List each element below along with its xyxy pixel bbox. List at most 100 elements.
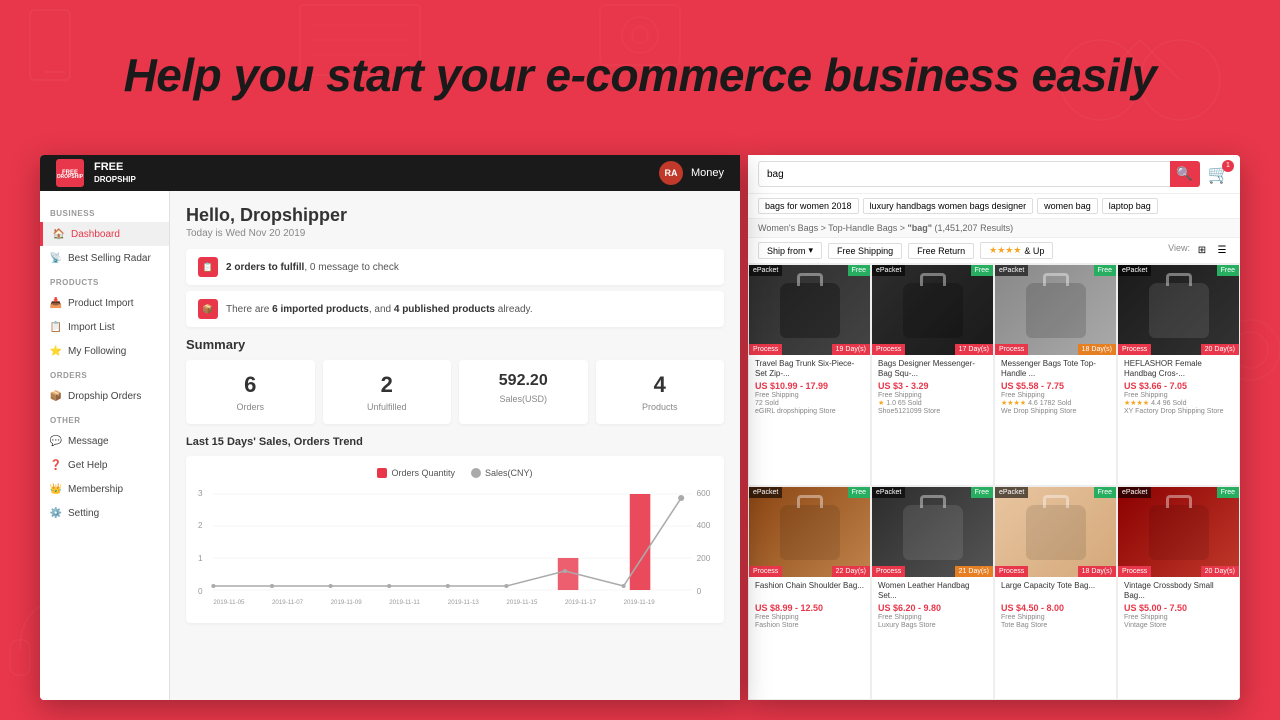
- breadcrumb-text: Women's Bags > Top-Handle Bags > "bag" (…: [758, 223, 1230, 233]
- filter-stars[interactable]: ★★★★ & Up: [980, 242, 1053, 259]
- sidebar-item-get-help[interactable]: ❓ Get Help: [40, 453, 169, 477]
- product-store-6: Luxury Bags Store: [878, 622, 987, 629]
- logo-line2: DROPSHIP: [57, 175, 83, 180]
- product-img-8: ePacket Free Process 20 Day(s): [1118, 487, 1239, 577]
- tag-3[interactable]: women bag: [1037, 198, 1098, 214]
- sidebar-item-message[interactable]: 💬 Message: [40, 429, 169, 453]
- sidebar-label-message: Message: [68, 436, 109, 447]
- filter-free-shipping[interactable]: Free Shipping: [828, 243, 902, 259]
- sidebar-item-membership[interactable]: 👑 Membership: [40, 477, 169, 501]
- svg-text:1: 1: [198, 554, 203, 563]
- chart-container: Orders Quantity Sales(CNY) 3 2 1 0: [186, 456, 724, 623]
- product-card-5[interactable]: ePacket Free Process 22 Day(s) Fashion C…: [748, 486, 871, 700]
- free-badge-7: Free: [1094, 487, 1116, 498]
- stars-4: ★★★★: [1124, 400, 1149, 407]
- product-card-1[interactable]: ePacket Free Process 19 Day(s) Travel Ba…: [748, 264, 871, 486]
- product-price-5: US $8.99 - 12.50: [755, 603, 864, 613]
- list-view-icon[interactable]: ☰: [1214, 243, 1230, 259]
- product-store-7: Tote Bag Store: [1001, 622, 1110, 629]
- process-badge-3: Process: [995, 344, 1028, 355]
- free-badge-4: Free: [1217, 265, 1239, 276]
- epacket-badge-8: ePacket: [1118, 487, 1151, 498]
- product-info-4: HEFLASHOR Female Handbag Cros-... US $3.…: [1118, 355, 1239, 419]
- sidebar-item-product-import[interactable]: 📥 Product Import: [40, 291, 169, 315]
- sidebar-label-dropship-orders: Dropship Orders: [68, 391, 141, 402]
- grid-view-icon[interactable]: ⊞: [1194, 243, 1210, 259]
- sidebar-item-dashboard[interactable]: 🏠 Dashboard: [40, 222, 169, 246]
- card-unfulfilled-label: Unfulfilled: [331, 402, 444, 412]
- main-content: BUSINESS 🏠 Dashboard 📡 Best Selling Rada…: [40, 191, 740, 700]
- product-card-6[interactable]: ePacket Free Process 21 Day(s) Women Lea…: [871, 486, 994, 700]
- svg-text:2019-11-17: 2019-11-17: [565, 599, 597, 606]
- cart-badge: 1: [1222, 160, 1234, 172]
- search-button[interactable]: 🔍: [1170, 161, 1200, 187]
- days-badge-6: 21 Day(s): [955, 566, 993, 577]
- alert-icon-1: 📋: [198, 257, 218, 277]
- tag-1[interactable]: bags for women 2018: [758, 198, 859, 214]
- free-badge-1: Free: [848, 265, 870, 276]
- card-sales-label: Sales(USD): [467, 394, 580, 404]
- product-img-2: ePacket Free Process 17 Day(s): [872, 265, 993, 355]
- product-price-1: US $10.99 - 17.99: [755, 381, 864, 391]
- tag-2[interactable]: luxury handbags women bags designer: [863, 198, 1034, 214]
- product-card-2[interactable]: ePacket Free Process 17 Day(s) Bags Desi…: [871, 264, 994, 486]
- product-store-4: XY Factory Drop Shipping Store: [1124, 408, 1233, 415]
- free-badge-5: Free: [848, 487, 870, 498]
- epacket-badge-4: ePacket: [1118, 265, 1151, 276]
- svg-text:0: 0: [697, 587, 702, 596]
- product-info-5: Fashion Chain Shoulder Bag... US $8.99 -…: [749, 577, 870, 633]
- search-wrap: 🔍: [758, 161, 1200, 187]
- sidebar-section-orders: ORDERS: [40, 363, 169, 384]
- sidebar-label-get-help: Get Help: [68, 460, 107, 471]
- free-shipping-label: Free Shipping: [837, 246, 893, 256]
- svg-text:2019-11-13: 2019-11-13: [448, 599, 480, 606]
- product-name-7: Large Capacity Tote Bag...: [1001, 581, 1110, 601]
- sidebar-item-dropship-orders[interactable]: 📦 Dropship Orders: [40, 384, 169, 408]
- product-meta-4: Free Shipping: [1124, 392, 1233, 399]
- legend-orders: Orders Quantity: [377, 468, 455, 478]
- sidebar-label-product-import: Product Import: [68, 298, 134, 309]
- svg-text:600: 600: [697, 489, 711, 498]
- stars-label: & Up: [1024, 246, 1044, 256]
- sidebar-section-business: BUSINESS: [40, 201, 169, 222]
- rating-val-3: 4.6: [1028, 400, 1038, 407]
- card-orders-label: Orders: [194, 402, 307, 412]
- product-img-6: ePacket Free Process 21 Day(s): [872, 487, 993, 577]
- alert-text-2: There are 6 imported products, and 4 pub…: [226, 304, 533, 315]
- card-sales: 592.20 Sales(USD): [459, 360, 588, 424]
- svg-text:2019-11-09: 2019-11-09: [331, 599, 363, 606]
- rating-val-2: 1.0: [886, 400, 896, 407]
- sidebar-item-my-following[interactable]: ⭐ My Following: [40, 339, 169, 363]
- sidebar-section-products: PRODUCTS: [40, 270, 169, 291]
- product-store-8: Vintage Store: [1124, 622, 1233, 629]
- cart-icon-wrap[interactable]: 🛒 1: [1208, 164, 1230, 185]
- alert-text-1: 2 orders to fulfill, 0 message to check: [226, 262, 399, 273]
- product-name-8: Vintage Crossbody Small Bag...: [1124, 581, 1233, 601]
- product-card-8[interactable]: ePacket Free Process 20 Day(s) Vintage C…: [1117, 486, 1240, 700]
- days-badge-8: 20 Day(s): [1201, 566, 1239, 577]
- card-products: 4 Products: [596, 360, 725, 424]
- product-card-3[interactable]: ePacket Free Process 18 Day(s) Messenger…: [994, 264, 1117, 486]
- days-badge-2: 17 Day(s): [955, 344, 993, 355]
- days-badge-4: 20 Day(s): [1201, 344, 1239, 355]
- product-meta-3: Free Shipping: [1001, 392, 1110, 399]
- setting-icon: ⚙️: [50, 507, 62, 519]
- days-badge-7: 18 Day(s): [1078, 566, 1116, 577]
- svg-text:3: 3: [198, 489, 203, 498]
- product-name-4: HEFLASHOR Female Handbag Cros-...: [1124, 359, 1233, 379]
- filter-free-return[interactable]: Free Return: [908, 243, 974, 259]
- search-input[interactable]: [758, 161, 1200, 187]
- days-badge-1: 19 Day(s): [832, 344, 870, 355]
- card-unfulfilled: 2 Unfulfilled: [323, 360, 452, 424]
- product-store-2: Shoe5121099 Store: [878, 408, 987, 415]
- sidebar-item-import-list[interactable]: 📋 Import List: [40, 315, 169, 339]
- product-meta-1: Free Shipping: [755, 392, 864, 399]
- days-badge-3: 18 Day(s): [1078, 344, 1116, 355]
- product-card-7[interactable]: ePacket Free Process 18 Day(s) Large Cap…: [994, 486, 1117, 700]
- tag-4[interactable]: laptop bag: [1102, 198, 1158, 214]
- filter-ship-from[interactable]: Ship from ▾: [758, 242, 822, 259]
- list-icon: 📋: [50, 321, 62, 333]
- sidebar-item-radar[interactable]: 📡 Best Selling Radar: [40, 246, 169, 270]
- sidebar-item-setting[interactable]: ⚙️ Setting: [40, 501, 169, 525]
- product-card-4[interactable]: ePacket Free Process 20 Day(s) HEFLASHOR…: [1117, 264, 1240, 486]
